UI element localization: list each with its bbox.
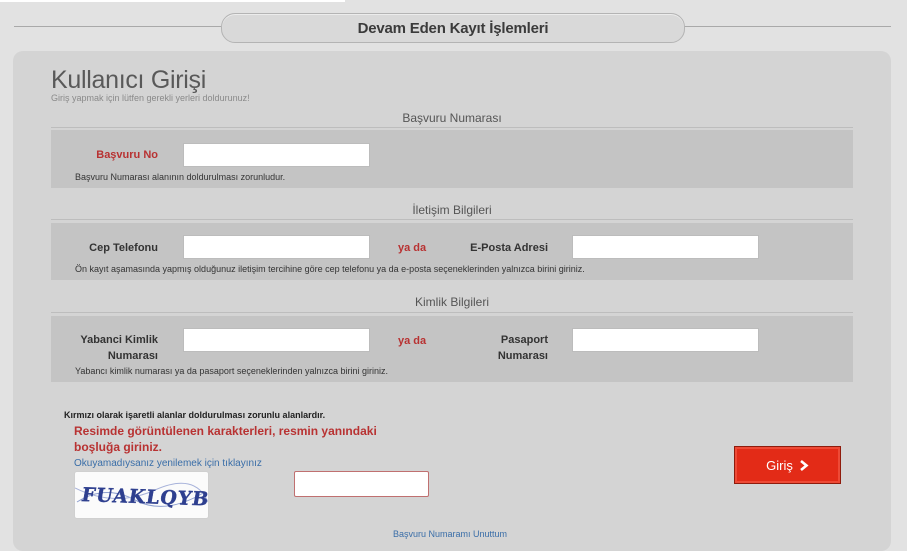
login-subheading: Giriş yapmak için lütfen gerekli yerleri… xyxy=(51,93,250,103)
foreign-id-label: Yabanci Kimlik Numarası xyxy=(60,332,158,364)
application-number-label: Başvuru No xyxy=(96,149,158,161)
section-divider xyxy=(51,127,853,128)
contact-hint: Ön kayıt aşamasında yapmış olduğunuz ile… xyxy=(75,264,585,274)
forgot-application-number-link[interactable]: Başvuru Numaramı Unuttum xyxy=(393,529,507,539)
passport-label: Pasaport Numarası xyxy=(450,332,548,364)
foreign-id-label-line2: Numarası xyxy=(107,350,158,362)
email-label: E-Posta Adresi xyxy=(470,242,548,254)
section-title-application: Başvuru Numarası xyxy=(402,111,502,125)
top-strip xyxy=(0,0,345,2)
phone-input[interactable] xyxy=(183,235,370,259)
captcha-instruction: Resimde görüntülenen karakterleri, resmi… xyxy=(74,424,377,454)
application-number-hint: Başvuru Numarası alanının doldurulması z… xyxy=(75,172,286,182)
required-fields-note: Kırmızı olarak işaretli alanlar doldurul… xyxy=(64,410,326,420)
phone-label: Cep Telefonu xyxy=(89,242,158,254)
passport-label-line1: Pasaport xyxy=(500,334,548,346)
or-text: ya da xyxy=(398,242,427,254)
passport-input[interactable] xyxy=(572,328,759,352)
application-number-input[interactable] xyxy=(183,143,370,167)
chevron-right-icon xyxy=(800,459,809,471)
captcha-input[interactable] xyxy=(294,471,429,497)
section-divider xyxy=(51,312,853,313)
captcha-graphic: FUAKLQYB xyxy=(75,482,208,511)
login-button-label: Giriş xyxy=(766,457,793,473)
foreign-id-input[interactable] xyxy=(183,328,370,352)
page-title: Devam Eden Kayıt İşlemleri xyxy=(221,13,685,43)
captcha-text: FUAKLQYB xyxy=(80,483,208,510)
captcha-image: FUAKLQYB xyxy=(74,471,209,519)
section-title-contact: İletişim Bilgileri xyxy=(412,203,492,217)
login-button[interactable]: Giriş xyxy=(734,446,841,484)
section-title-identity: Kimlik Bilgileri xyxy=(414,295,489,309)
passport-label-line2: Numarası xyxy=(497,350,548,362)
title-rule-left xyxy=(14,26,221,27)
login-heading: Kullanıcı Girişi xyxy=(51,66,206,94)
identity-hint: Yabancı kimlik numarası ya da pasaport s… xyxy=(75,366,388,376)
captcha-refresh-link[interactable]: Okuyamadıysanız yenilemek için tıklayını… xyxy=(74,458,262,469)
email-input[interactable] xyxy=(572,235,759,259)
section-divider xyxy=(51,219,853,220)
foreign-id-label-line1: Yabanci Kimlik xyxy=(80,334,158,346)
or-text: ya da xyxy=(398,335,427,347)
title-rule-right xyxy=(683,26,891,27)
